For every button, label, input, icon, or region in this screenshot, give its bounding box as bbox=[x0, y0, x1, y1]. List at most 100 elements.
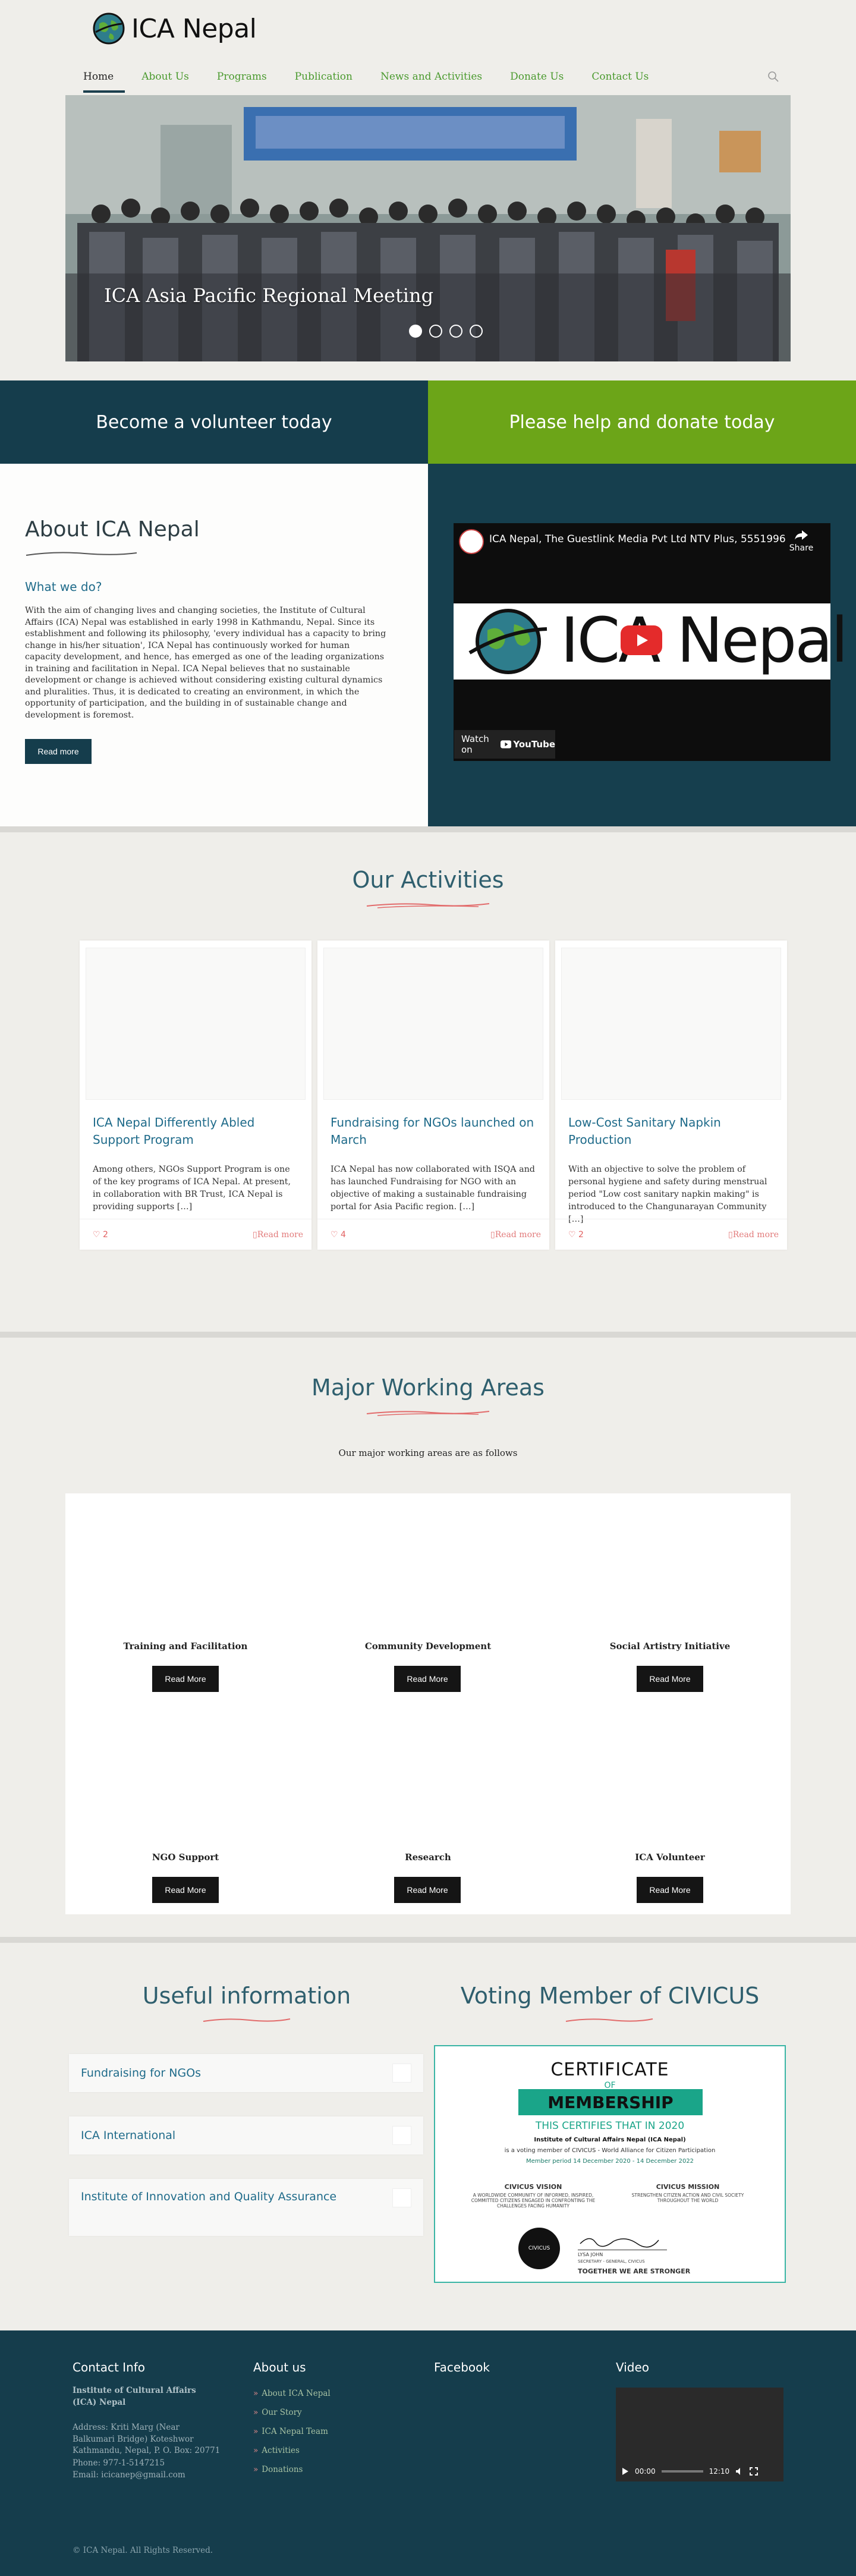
nav-programs[interactable]: Programs bbox=[217, 68, 267, 86]
footer-about-links: » About ICA Nepal » Our Story » ICA Nepal T… bbox=[253, 2384, 331, 2479]
video-progress-bar[interactable] bbox=[661, 2470, 703, 2473]
footer-contact-heading: Contact Info bbox=[73, 2360, 146, 2374]
footer-address: Address: Kriti Marg (Near Balkumari Brid… bbox=[73, 2423, 221, 2455]
footer-link-label: Our Story bbox=[262, 2408, 302, 2417]
group-photo-image bbox=[65, 95, 791, 361]
lightbulb-icon bbox=[392, 2188, 411, 2207]
footer-link[interactable]: » Our Story bbox=[253, 2403, 331, 2422]
cert-mission-heading: CIVICUS MISSION bbox=[656, 2183, 720, 2191]
logo[interactable]: ICA Nepal bbox=[92, 11, 270, 46]
donate-cta-label: Please help and donate today bbox=[509, 411, 775, 433]
working-area-label: ICA Volunteer bbox=[635, 1852, 705, 1863]
section-divider bbox=[0, 1937, 856, 1943]
useful-info-label: Fundraising for NGOs bbox=[81, 2067, 202, 2080]
slider-dot-2[interactable] bbox=[429, 325, 442, 338]
scribble-underline-icon bbox=[203, 2018, 291, 2022]
copyright: © ICA Nepal. All Rights Reserved. bbox=[73, 2546, 213, 2555]
slide-caption: ICA Asia Pacific Regional Meeting bbox=[104, 284, 434, 307]
footer-video-heading: Video bbox=[616, 2360, 650, 2374]
nav-contact-us[interactable]: Contact Us bbox=[591, 68, 649, 86]
card-image[interactable] bbox=[86, 948, 306, 1100]
about-read-more-button[interactable]: Read more bbox=[25, 739, 92, 764]
play-button[interactable] bbox=[621, 625, 662, 655]
read-more-label: Read more bbox=[732, 1230, 779, 1240]
working-area-read-more-button[interactable]: Read More bbox=[394, 1877, 461, 1903]
working-area-read-more-button[interactable]: Read More bbox=[394, 1666, 461, 1692]
globe-logo-icon bbox=[93, 12, 125, 45]
card-title[interactable]: Fundraising for NGOs launched on March bbox=[331, 1114, 536, 1149]
youtube-label: YouTube bbox=[513, 739, 555, 750]
working-area-read-more-button[interactable]: Read More bbox=[152, 1877, 219, 1903]
footer-link[interactable]: » Donations bbox=[253, 2460, 331, 2479]
section-divider bbox=[0, 1332, 856, 1338]
logo-text: ICA Nepal bbox=[131, 13, 257, 44]
card-title[interactable]: Low-Cost Sanitary Napkin Production bbox=[568, 1114, 773, 1149]
read-more-link[interactable]: ▯Read more bbox=[253, 1230, 303, 1240]
footer-phone: Phone: 977-1-5147215 bbox=[73, 2458, 165, 2468]
slider-dot-1[interactable] bbox=[409, 325, 422, 338]
cert-org: Institute of Cultural Affairs Nepal (ICA… bbox=[534, 2137, 686, 2143]
activity-card[interactable]: Low-Cost Sanitary Napkin Production With… bbox=[555, 941, 787, 1250]
card-footer: ♡ 2 ▯Read more bbox=[80, 1219, 311, 1250]
about-title: About ICA Nepal bbox=[25, 517, 200, 542]
share-button[interactable]: Share bbox=[783, 529, 819, 553]
footer-link[interactable]: » About ICA Nepal bbox=[253, 2384, 331, 2403]
nav-home[interactable]: Home bbox=[83, 68, 114, 86]
donate-cta[interactable]: Please help and donate today bbox=[428, 380, 856, 464]
card-image[interactable] bbox=[323, 948, 543, 1100]
useful-info-title: Useful information bbox=[142, 1983, 351, 2009]
video-title[interactable]: ICA Nepal, The Guestlink Media Pvt Ltd N… bbox=[489, 533, 786, 545]
useful-info-label: Institute of Innovation and Quality Assu… bbox=[81, 2190, 337, 2203]
nav-publication[interactable]: Publication bbox=[295, 68, 353, 86]
like-button[interactable]: ♡ 2 bbox=[93, 1230, 108, 1240]
video-duration: 12:10 bbox=[709, 2467, 730, 2476]
working-area-label: Research bbox=[405, 1852, 451, 1863]
footer-email[interactable]: Email: icicanep@gmail.com bbox=[73, 2470, 185, 2481]
watch-on-youtube-button[interactable]: Watch on YouTube bbox=[454, 730, 555, 759]
working-area-read-more-button[interactable]: Read More bbox=[637, 1877, 703, 1903]
cert-signer: LYSA JOHN bbox=[578, 2252, 603, 2257]
volunteer-cta[interactable]: Become a volunteer today bbox=[0, 380, 428, 464]
footer-link[interactable]: » Activities bbox=[253, 2441, 331, 2460]
volunteer-cta-label: Become a volunteer today bbox=[96, 411, 332, 433]
activity-card[interactable]: Fundraising for NGOs launched on March I… bbox=[317, 941, 549, 1250]
like-button[interactable]: ♡ 4 bbox=[331, 1230, 346, 1240]
nav-about-us[interactable]: About Us bbox=[141, 68, 189, 86]
working-area-read-more-button[interactable]: Read More bbox=[152, 1666, 219, 1692]
working-area-read-more-button[interactable]: Read More bbox=[637, 1666, 703, 1692]
nav-donate-us[interactable]: Donate Us bbox=[510, 68, 564, 86]
footer-link[interactable]: » ICA Nepal Team bbox=[253, 2422, 331, 2441]
channel-avatar[interactable] bbox=[459, 529, 484, 554]
slider-dot-3[interactable] bbox=[449, 325, 462, 338]
useful-info-item[interactable]: Institute of Innovation and Quality Assu… bbox=[69, 2179, 423, 2236]
scribble-underline-icon bbox=[366, 903, 490, 908]
play-icon[interactable] bbox=[622, 2467, 629, 2476]
useful-info-item[interactable]: ICA International bbox=[69, 2116, 423, 2154]
play-icon bbox=[637, 634, 648, 646]
cert-mission: CIVICUS MISSION STRENGTHEN CITIZEN ACTIO… bbox=[619, 2183, 756, 2203]
read-more-link[interactable]: ▯Read more bbox=[728, 1230, 779, 1240]
card-footer: ♡ 2 ▯Read more bbox=[555, 1219, 787, 1250]
nav-news-activities[interactable]: News and Activities bbox=[380, 68, 482, 86]
share-label: Share bbox=[789, 543, 814, 553]
read-more-link[interactable]: ▯Read more bbox=[490, 1230, 541, 1240]
activity-card[interactable]: ICA Nepal Differently Abled Support Prog… bbox=[80, 941, 311, 1250]
nav-active-indicator bbox=[83, 90, 125, 93]
volume-icon[interactable] bbox=[735, 2467, 744, 2476]
working-areas-panel bbox=[65, 1493, 791, 1914]
card-title[interactable]: ICA Nepal Differently Abled Support Prog… bbox=[93, 1114, 298, 1149]
card-image[interactable] bbox=[561, 948, 781, 1100]
fullscreen-icon[interactable] bbox=[750, 2467, 759, 2476]
slider-dot-4[interactable] bbox=[470, 325, 483, 338]
search-icon[interactable] bbox=[767, 70, 780, 83]
youtube-icon bbox=[501, 740, 512, 748]
read-more-label: Read more bbox=[257, 1230, 303, 1240]
cert-mission-text: STRENGTHEN CITIZEN ACTION AND CIVIL SOCI… bbox=[631, 2193, 744, 2203]
like-button[interactable]: ♡ 2 bbox=[568, 1230, 584, 1240]
cert-line: is a voting member of CIVICUS - World Al… bbox=[504, 2147, 716, 2154]
useful-info-item[interactable]: Fundraising for NGOs bbox=[69, 2054, 423, 2092]
hero-slider[interactable] bbox=[65, 95, 791, 361]
footer-video-player[interactable]: 00:00 12:10 bbox=[616, 2388, 783, 2481]
like-count: 2 bbox=[103, 1230, 108, 1240]
cert-vision-text: A WORLDWIDE COMMUNITY OF INFORMED, INSPI… bbox=[471, 2193, 596, 2209]
